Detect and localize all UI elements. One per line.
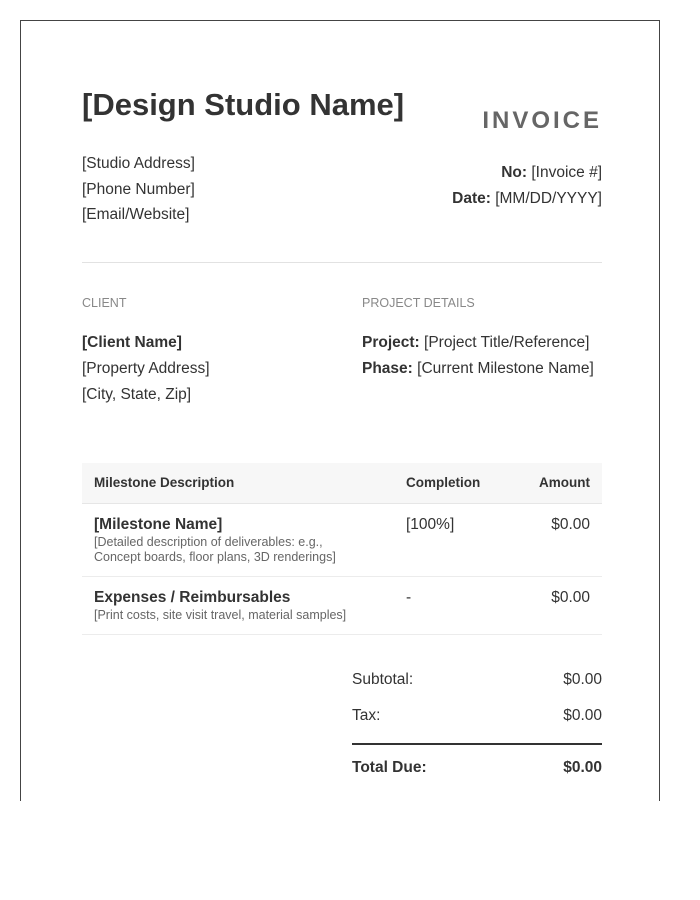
client-name: [Client Name] [82,334,182,351]
project-block: Project: [Project Title/Reference] Phase… [362,330,594,382]
row-name: Expenses / Reimbursables [94,589,291,606]
row-completion: [100%] [406,516,455,533]
row-amount: $0.00 [551,516,590,533]
row-description: [Print costs, site visit travel, materia… [94,608,346,623]
row-name: [Milestone Name] [94,516,223,533]
tax-label: Tax: [352,707,381,724]
row-completion: - [406,589,412,606]
invoice-date: Date: [MM/DD/YYYY] [452,186,602,212]
invoice-date-value: [MM/DD/YYYY] [495,190,602,207]
studio-phone: [Phone Number] [82,180,195,198]
invoice-number-label: No: [501,164,528,181]
header-description: Milestone Description [94,475,235,490]
invoice-meta: No: [Invoice #] Date: [MM/DD/YYYY] [452,160,602,212]
header-divider [82,262,602,263]
table-row: [Milestone Name] [Detailed description o… [82,504,602,577]
studio-contact: [Email/Website] [82,206,190,223]
total-due-label: Total Due: [352,759,427,776]
invoice-title: INVOICE [482,107,602,134]
total-divider [352,743,602,745]
totals-block: Subtotal: $0.00 Tax: $0.00 Total Due: $0… [352,671,602,795]
total-due-row: Total Due: $0.00 [352,759,602,795]
header-amount: Amount [539,475,590,490]
project-section-label: PROJECT DETAILS [362,296,475,310]
project-phase-label: Phase: [362,360,413,377]
project-title-label: Project: [362,334,420,351]
header-completion: Completion [406,475,481,490]
row-description: [Detailed description of deliverables: e… [94,535,336,565]
subtotal-row: Subtotal: $0.00 [352,671,602,707]
subtotal-value: $0.00 [563,671,602,688]
client-block: [Client Name] [Property Address] [City, … [82,330,210,408]
row-description-line: [Detailed description of deliverables: e… [94,535,323,549]
row-amount: $0.00 [551,589,590,606]
row-description-line: [Print costs, site visit travel, materia… [94,608,347,622]
client-address: [Property Address] [82,360,210,377]
studio-name: [Design Studio Name] [82,87,405,122]
invoice-date-label: Date: [452,190,491,207]
table-row: Expenses / Reimbursables [Print costs, s… [82,577,602,635]
client-city: [City, State, Zip] [82,386,192,403]
project-phase-value: [Current Milestone Name] [417,360,594,377]
tax-row: Tax: $0.00 [352,707,602,743]
studio-address: [Studio Address] [82,155,195,172]
total-due-value: $0.00 [563,759,602,776]
subtotal-label: Subtotal: [352,671,414,688]
invoice-number: No: [Invoice #] [452,160,602,186]
table-header: Milestone Description Completion Amount [82,463,602,504]
milestone-table: Milestone Description Completion Amount … [82,463,602,635]
project-title: Project: [Project Title/Reference] [362,330,594,356]
row-description-line: Concept boards, floor plans, 3D renderin… [94,550,336,564]
invoice-page: [Design Studio Name] INVOICE [Studio Add… [20,20,660,801]
project-phase: Phase: [Current Milestone Name] [362,356,594,382]
client-section-label: CLIENT [82,296,127,310]
invoice-number-value: [Invoice #] [531,164,602,181]
studio-info: [Studio Address] [Phone Number] [Email/W… [82,151,195,228]
tax-value: $0.00 [563,707,602,724]
project-title-value: [Project Title/Reference] [424,334,590,351]
